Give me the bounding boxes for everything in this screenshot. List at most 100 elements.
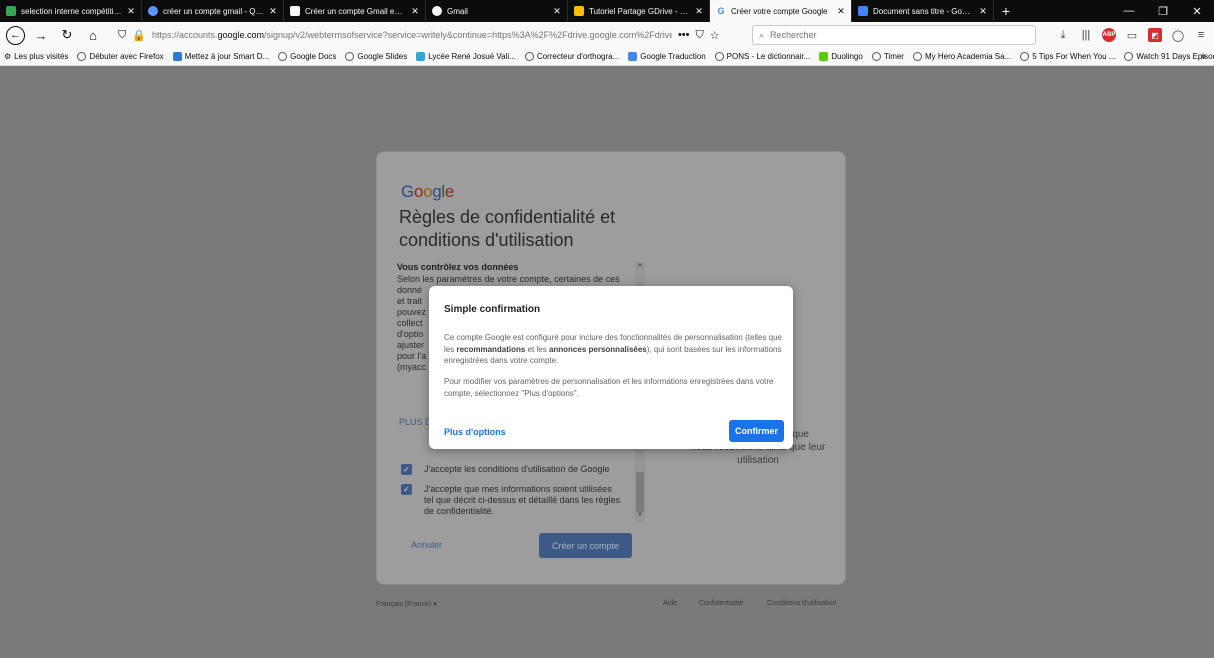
bookmark-item[interactable]: 5 Tips For When You ... xyxy=(1020,52,1115,61)
menu-icon[interactable]: ≡ xyxy=(1194,28,1208,42)
tab[interactable]: Créer un compte Gmail en 2 m ✕ xyxy=(284,0,426,22)
school-icon xyxy=(416,52,426,61)
bookmark-label: Google Docs xyxy=(290,52,337,61)
close-icon[interactable]: ✕ xyxy=(695,6,703,17)
language-selector[interactable]: Français (France) ▾ xyxy=(376,600,437,608)
url-domain: google.com xyxy=(217,30,265,40)
privacy-label-line: tel que décrit ci-dessus et détaillé dan… xyxy=(424,495,621,505)
reload-icon[interactable]: ↻ xyxy=(57,25,77,45)
dropdown-arrow-icon: ▾ xyxy=(433,601,437,608)
back-icon[interactable]: ← xyxy=(6,25,25,45)
adblock-icon[interactable]: ABP xyxy=(1102,28,1116,42)
bookmark-item[interactable]: Mettez à jour Smart D... xyxy=(172,52,269,61)
terms-checkbox-row[interactable]: ✓ J'accepte les conditions d'utilisation… xyxy=(401,464,610,475)
url-text[interactable]: https://accounts.google.com/signup/v2/we… xyxy=(152,30,672,40)
bookmark-item[interactable]: My Hero Academia Sa... xyxy=(912,52,1012,61)
translate-icon xyxy=(628,52,638,61)
globe-icon xyxy=(524,52,534,61)
pocket-icon[interactable]: ⛉ xyxy=(696,29,704,42)
forward-icon[interactable]: → xyxy=(31,25,51,45)
page-actions-icon[interactable]: ••• xyxy=(678,29,690,41)
checkbox-checked-icon[interactable]: ✓ xyxy=(401,484,412,495)
search-input[interactable]: ⌕ Rechercher xyxy=(752,25,1036,45)
minimize-icon[interactable]: — xyxy=(1112,0,1146,22)
help-link[interactable]: Aide xyxy=(663,600,677,607)
globe-icon xyxy=(345,52,355,61)
tab[interactable]: selection interne compétitions ✕ xyxy=(0,0,142,22)
tab-title: Gmail xyxy=(447,6,468,16)
reader-icon[interactable]: ▭ xyxy=(1125,28,1139,42)
address-bar[interactable]: ⛉ 🔒 https://accounts.google.com/signup/v… xyxy=(118,25,738,45)
more-options-link[interactable]: PLUS D xyxy=(399,417,432,427)
bookmark-label: Les plus visités xyxy=(14,52,69,61)
globe-icon xyxy=(1020,52,1030,61)
bookmark-item[interactable]: PONS - Le dictionnair... xyxy=(714,52,810,61)
close-icon[interactable]: ✕ xyxy=(127,6,135,17)
bookmark-item[interactable]: Google Docs xyxy=(278,52,336,61)
cancel-button[interactable]: Annuler xyxy=(411,540,442,550)
tab-title: Créer votre compte Google xyxy=(731,6,828,16)
create-account-button[interactable]: Créer un compte xyxy=(539,533,632,558)
bookmark-star-icon[interactable]: ☆ xyxy=(710,29,720,42)
tab[interactable]: créer un compte gmail - Qwant ✕ xyxy=(142,0,284,22)
bookmark-label: Correcteur d'orthogra... xyxy=(536,52,620,61)
close-window-icon[interactable]: ✕ xyxy=(1180,0,1214,22)
confirm-button[interactable]: Confirmer xyxy=(729,420,784,442)
close-icon[interactable]: ✕ xyxy=(837,6,845,17)
confirmation-dialog: Simple confirmation Ce compte Google est… xyxy=(429,286,793,449)
language-label: Français (France) xyxy=(376,601,432,608)
dialog-title: Simple confirmation xyxy=(444,304,541,315)
tab[interactable]: Tutoriel Partage GDrive - Goog ✕ xyxy=(568,0,710,22)
bookmark-item[interactable]: Google Slides xyxy=(345,52,407,61)
page-title: Règles de confidentialité et conditions … xyxy=(399,207,616,250)
bookmark-item[interactable]: Google Traduction xyxy=(628,52,706,61)
restore-icon[interactable]: ❐ xyxy=(1146,0,1180,22)
bookmark-item[interactable]: Duolingo xyxy=(819,52,863,61)
url-prefix: https://accounts. xyxy=(151,30,218,40)
scroll-up-icon[interactable]: ▲ xyxy=(636,262,644,268)
bookmark-label: Google Traduction xyxy=(640,52,706,61)
tab-favicon-icon xyxy=(6,6,16,16)
close-icon[interactable]: ✕ xyxy=(269,6,277,17)
privacy-checkbox-row[interactable]: ✓ J'accepte que mes informations soient … xyxy=(401,484,620,517)
docs-favicon-icon xyxy=(858,6,868,16)
tab[interactable]: Document sans titre - Google ✕ xyxy=(852,0,994,22)
bookmark-item[interactable]: Débuter avec Firefox xyxy=(77,52,164,61)
globe-icon xyxy=(714,52,724,61)
bookmark-item[interactable]: Lycée René Josué Vali... xyxy=(416,52,516,61)
bookmark-label: Débuter avec Firefox xyxy=(89,52,164,61)
close-icon[interactable]: ✕ xyxy=(411,6,419,17)
lock-icon[interactable]: 🔒 xyxy=(132,29,146,42)
duolingo-icon xyxy=(819,52,829,61)
home-icon[interactable]: ⌂ xyxy=(83,25,103,45)
more-options-button[interactable]: Plus d'options xyxy=(444,427,506,437)
scrollbar-thumb[interactable] xyxy=(636,472,644,512)
terms-link[interactable]: Conditions d'utilisation xyxy=(767,600,836,607)
new-tab-button[interactable]: + xyxy=(994,0,1018,22)
bookmark-label: My Hero Academia Sa... xyxy=(924,52,1012,61)
download-icon[interactable]: ⤓ xyxy=(1056,28,1070,42)
policy-heading: Vous contrôlez vos données xyxy=(397,262,519,272)
chevron-right-icon[interactable]: » xyxy=(1200,51,1206,62)
checkbox-checked-icon[interactable]: ✓ xyxy=(401,464,412,475)
tab-favicon-icon xyxy=(148,6,158,16)
close-icon[interactable]: ✕ xyxy=(553,6,561,17)
bookmark-item[interactable]: ⚙ Les plus visités xyxy=(4,52,68,61)
bookmark-item[interactable]: Timer xyxy=(871,52,904,61)
library-icon[interactable]: ||| xyxy=(1079,28,1093,42)
globe-icon xyxy=(77,52,87,61)
shield-icon[interactable]: ⛉ xyxy=(118,29,126,42)
tab-favicon-icon xyxy=(290,6,300,16)
bookmark-item[interactable]: Correcteur d'orthogra... xyxy=(524,52,620,61)
tab[interactable]: Gmail ✕ xyxy=(426,0,568,22)
privacy-link[interactable]: Confidentialité xyxy=(699,600,743,607)
navigation-toolbar: ← → ↻ ⌂ ⛉ 🔒 https://accounts.google.com/… xyxy=(0,22,1214,48)
google-favicon-icon: G xyxy=(716,6,726,16)
extension-icon[interactable]: ◩ xyxy=(1148,28,1162,42)
scroll-down-icon[interactable]: ▼ xyxy=(636,512,644,518)
tab-active[interactable]: G Créer votre compte Google ✕ xyxy=(710,0,852,22)
account-icon[interactable]: ◯ xyxy=(1171,28,1185,42)
policy-line: Selon les paramètres de votre compte, ce… xyxy=(397,274,620,284)
close-icon[interactable]: ✕ xyxy=(979,6,987,17)
tab-favicon-icon xyxy=(432,6,442,16)
